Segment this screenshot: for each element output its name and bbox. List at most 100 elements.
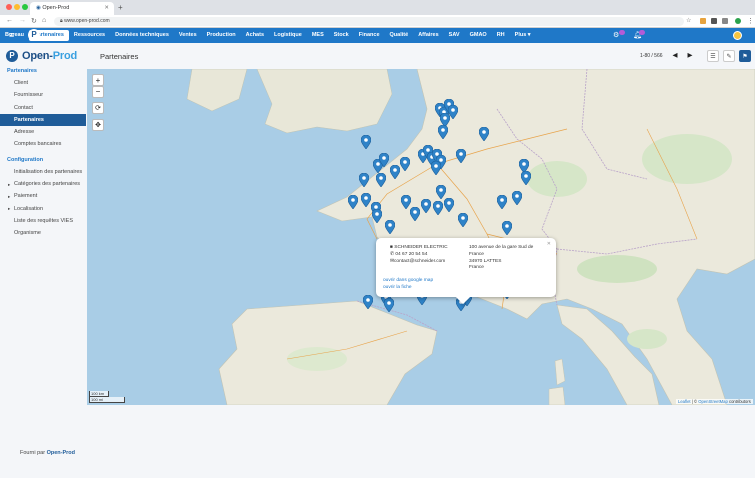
logo-text: Open- xyxy=(22,50,53,62)
map-marker-icon[interactable] xyxy=(436,185,446,199)
nav-item[interactable]: Production xyxy=(202,28,241,43)
map-marker-icon[interactable] xyxy=(376,173,386,187)
extension-icon[interactable] xyxy=(711,18,717,24)
sidebar-item[interactable]: Adresse xyxy=(0,126,86,138)
map-marker-icon[interactable] xyxy=(390,165,400,179)
fullscreen-move-icon[interactable]: ✥ xyxy=(92,119,104,131)
map-marker-icon[interactable] xyxy=(348,195,358,209)
map-marker-icon[interactable] xyxy=(363,295,373,309)
nav-item[interactable]: Affaires xyxy=(413,28,443,43)
map-marker-icon[interactable] xyxy=(512,191,522,205)
sidebar-item[interactable]: ▸ Catégories des partenaires xyxy=(0,178,86,190)
zoom-out-button[interactable]: − xyxy=(92,86,104,98)
nav-item[interactable]: Stock xyxy=(329,28,354,43)
footer-brand-link[interactable]: Open-Prod xyxy=(47,450,75,456)
reload-icon[interactable]: ↻ xyxy=(31,17,37,25)
notifications-badge xyxy=(639,30,645,35)
list-view-button[interactable]: ☰ xyxy=(707,50,719,62)
expand-caret-icon[interactable]: ▸ xyxy=(8,194,10,200)
osm-link[interactable]: OpenStreetMap xyxy=(698,399,728,404)
map-marker-icon[interactable] xyxy=(410,207,420,221)
nav-item[interactable]: SAV xyxy=(444,28,465,43)
new-tab-icon[interactable]: + xyxy=(118,3,123,12)
extension-icon[interactable] xyxy=(700,18,706,24)
map-marker-icon[interactable] xyxy=(521,171,531,185)
minimize-window-dot[interactable] xyxy=(14,4,20,10)
zoom-in-button[interactable]: + xyxy=(92,74,104,86)
map-marker-icon[interactable] xyxy=(502,221,512,235)
map-marker-icon[interactable] xyxy=(458,213,468,227)
close-window-dot[interactable] xyxy=(6,4,12,10)
nav-item-more[interactable]: Plus ▾ xyxy=(510,28,536,43)
open-prod-logo[interactable]: P Open-Prod xyxy=(6,49,77,63)
map-marker-icon[interactable] xyxy=(438,125,448,139)
partners-map[interactable]: + − ⟳ ✥ xyxy=(87,69,755,405)
nav-item[interactable]: Logistique xyxy=(269,28,307,43)
map-marker-icon[interactable] xyxy=(372,209,382,223)
sidebar-item[interactable]: Liste des requêtes VIES xyxy=(0,215,86,227)
map-marker-icon[interactable] xyxy=(433,201,443,215)
sidebar-item[interactable]: ▸ Localisation xyxy=(0,203,86,215)
nav-item[interactable]: Ressources xyxy=(69,28,110,43)
home-icon[interactable]: ⌂ xyxy=(42,17,46,24)
refresh-map-icon[interactable]: ⟳ xyxy=(92,102,104,114)
extension-icon[interactable] xyxy=(722,18,728,24)
nav-item[interactable]: Achats xyxy=(241,28,269,43)
forward-icon[interactable]: → xyxy=(19,17,26,24)
app-logo-icon[interactable]: P xyxy=(28,29,40,41)
map-marker-icon[interactable] xyxy=(431,161,441,175)
sidebar-item[interactable]: Comptes bancaires xyxy=(0,138,86,150)
map-marker-icon[interactable] xyxy=(361,135,371,149)
logo-text-accent: Prod xyxy=(52,50,78,62)
open-record-link[interactable]: ouvrir la fiche xyxy=(383,285,412,290)
sidebar-item[interactable]: Partenaires xyxy=(0,113,86,127)
map-marker-icon[interactable] xyxy=(421,199,431,213)
previous-page-button[interactable]: ◀ xyxy=(669,50,681,61)
map-marker-icon[interactable] xyxy=(456,149,466,163)
nav-item[interactable]: Finance xyxy=(354,28,385,43)
map-marker-icon[interactable] xyxy=(379,153,389,167)
leaflet-link[interactable]: Leaflet xyxy=(678,399,691,404)
sidebar-item[interactable]: Client xyxy=(0,77,86,89)
nav-item[interactable]: Qualité xyxy=(385,28,414,43)
close-popup-icon[interactable]: ✕ xyxy=(547,241,551,247)
edit-view-button[interactable]: ✎ xyxy=(723,50,735,62)
close-tab-icon[interactable]: ✕ xyxy=(104,5,109,11)
sidebar-item[interactable]: Contact xyxy=(0,102,86,114)
address-bar[interactable]: 🔒︎ www.open-prod.com xyxy=(54,17,684,26)
sidebar-item[interactable]: ▸ Paiement xyxy=(0,190,86,202)
attribution-tail: contributors xyxy=(727,399,751,404)
maximize-window-dot[interactable] xyxy=(22,4,28,10)
expand-caret-icon[interactable]: ▸ xyxy=(8,182,10,188)
map-marker-icon[interactable] xyxy=(359,173,369,187)
profile-icon[interactable] xyxy=(735,18,741,24)
map-marker-icon[interactable] xyxy=(479,127,489,141)
footer-prefix: Fourni par xyxy=(20,450,47,456)
bookmark-star-icon[interactable]: ☆ xyxy=(686,17,691,24)
user-avatar[interactable] xyxy=(733,31,742,40)
browser-tab[interactable]: ◉ Open-Prod ✕ xyxy=(30,2,114,15)
sidebar-item[interactable]: Initialisation des partenaires xyxy=(0,166,86,178)
map-marker-icon[interactable] xyxy=(361,193,371,207)
map-marker-icon[interactable] xyxy=(400,157,410,171)
next-page-button[interactable]: ▶ xyxy=(684,50,696,61)
nav-item[interactable]: GMAO xyxy=(465,28,492,43)
map-marker-icon[interactable] xyxy=(385,220,395,234)
nav-item[interactable]: Ventes xyxy=(174,28,202,43)
back-icon[interactable]: ← xyxy=(6,17,13,24)
expand-caret-icon[interactable]: ▸ xyxy=(8,206,10,212)
sidebar-item[interactable]: Fournisseur xyxy=(0,89,86,101)
nav-item[interactable]: Données techniques xyxy=(110,28,174,43)
browser-menu-icon[interactable]: ⋮ xyxy=(747,17,754,25)
nav-item[interactable]: MES xyxy=(307,28,329,43)
nav-item[interactable]: RH xyxy=(492,28,510,43)
map-marker-icon[interactable] xyxy=(384,298,394,312)
nav-item[interactable]: Bureau xyxy=(0,28,29,43)
map-marker-icon[interactable] xyxy=(497,195,507,209)
hamburger-menu-icon[interactable]: ≡ xyxy=(9,30,14,40)
map-marker-icon[interactable] xyxy=(444,198,454,212)
phone-icon: ✆ xyxy=(390,252,395,257)
map-view-button[interactable]: ⚑ xyxy=(739,50,751,62)
open-google-map-link[interactable]: ouvrir dans google map xyxy=(383,278,433,283)
sidebar-item[interactable]: Organisme xyxy=(0,227,86,239)
